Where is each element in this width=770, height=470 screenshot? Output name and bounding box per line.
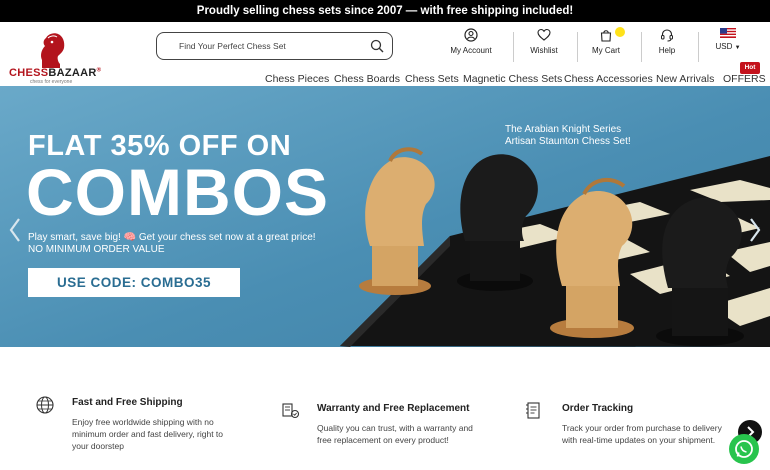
hero-subline: Play smart, save big! 🧠 Get your chess s… xyxy=(28,232,316,243)
feature-shipping-desc: Enjoy free worldwide shipping with no mi… xyxy=(72,417,224,451)
nav-item-chess-boards[interactable]: Chess Boards xyxy=(334,73,400,85)
header-separator xyxy=(513,32,514,62)
feature-shipping-title: Fast and Free Shipping xyxy=(72,397,183,408)
knight-logo-icon xyxy=(41,33,65,68)
nav-item-new-arrivals[interactable]: New Arrivals xyxy=(656,73,714,85)
nav-item-chess-accessories[interactable]: Chess Accessories xyxy=(564,73,653,85)
warranty-icon xyxy=(282,403,300,419)
search-box xyxy=(156,32,393,60)
chevron-down-icon: ▼ xyxy=(734,45,741,51)
my-account-link[interactable]: My Account xyxy=(446,28,496,64)
help-link[interactable]: Help xyxy=(651,28,683,64)
tracking-icon xyxy=(526,402,540,419)
logo-wordmark: CHESSBAZAAR® xyxy=(9,67,101,79)
whatsapp-icon xyxy=(735,440,753,458)
carousel-next-icon[interactable] xyxy=(748,217,762,243)
header-separator xyxy=(577,32,578,62)
chess-set-image xyxy=(340,147,770,347)
hero-series-title: The Arabian Knight Series xyxy=(505,124,622,135)
hero-headline-big: COMBOS xyxy=(26,155,329,229)
nav-item-magnetic-chess-sets[interactable]: Magnetic Chess Sets xyxy=(463,73,562,85)
search-icon[interactable] xyxy=(370,39,384,53)
user-icon xyxy=(464,28,478,42)
nav-item-chess-pieces[interactable]: Chess Pieces xyxy=(265,73,329,85)
header-separator xyxy=(641,32,642,62)
hero-series-subtitle: Artisan Staunton Chess Set! xyxy=(505,136,631,147)
logo-tagline: chess for everyone xyxy=(30,79,73,85)
currency-label: USD xyxy=(715,42,733,51)
help-label: Help xyxy=(658,46,676,55)
feature-tracking-title: Order Tracking xyxy=(562,403,634,414)
cart-count-badge xyxy=(615,27,625,37)
us-flag-icon xyxy=(720,28,736,38)
my-account-label: My Account xyxy=(450,46,492,55)
logo-word-bazaar: BAZAAR xyxy=(48,67,97,79)
promo-code-button[interactable]: USE CODE: COMBO35 xyxy=(28,268,240,297)
logo[interactable]: CHESSBAZAAR® chess for everyone xyxy=(8,28,101,85)
hero-banner[interactable]: FLAT 35% OFF ON COMBOS Play smart, save … xyxy=(0,86,770,347)
globe-icon xyxy=(36,396,54,414)
nav-item-chess-sets[interactable]: Chess Sets xyxy=(405,73,459,85)
currency-selector[interactable]: USD ▼ xyxy=(710,28,746,64)
nav-item-offers[interactable]: OFFERS xyxy=(723,73,766,85)
logo-word-chess: CHESS xyxy=(9,67,49,79)
registered-mark: ® xyxy=(96,67,102,74)
headset-icon xyxy=(661,29,673,42)
bag-icon xyxy=(600,30,612,42)
announcement-bar: Proudly selling chess sets since 2007 — … xyxy=(0,0,770,22)
wishlist-label: Wishlist xyxy=(530,46,558,55)
heart-icon xyxy=(537,28,551,41)
site-header: CHESSBAZAAR® chess for everyone My Accou… xyxy=(0,22,770,86)
feature-warranty-title: Warranty and Free Replacement xyxy=(317,403,470,414)
carousel-prev-icon[interactable] xyxy=(8,217,22,243)
feature-warranty-desc: Quality you can trust, with a warranty a… xyxy=(317,423,473,445)
hot-badge: Hot xyxy=(740,62,760,74)
feature-tracking-desc: Track your order from purchase to delive… xyxy=(562,423,722,445)
whatsapp-button[interactable] xyxy=(729,434,759,464)
header-separator xyxy=(698,32,699,62)
hero-subline-minimum: NO MINIMUM ORDER VALUE xyxy=(28,244,165,255)
wishlist-link[interactable]: Wishlist xyxy=(524,28,564,64)
search-input[interactable] xyxy=(179,37,359,55)
my-cart-label: My Cart xyxy=(592,46,620,55)
